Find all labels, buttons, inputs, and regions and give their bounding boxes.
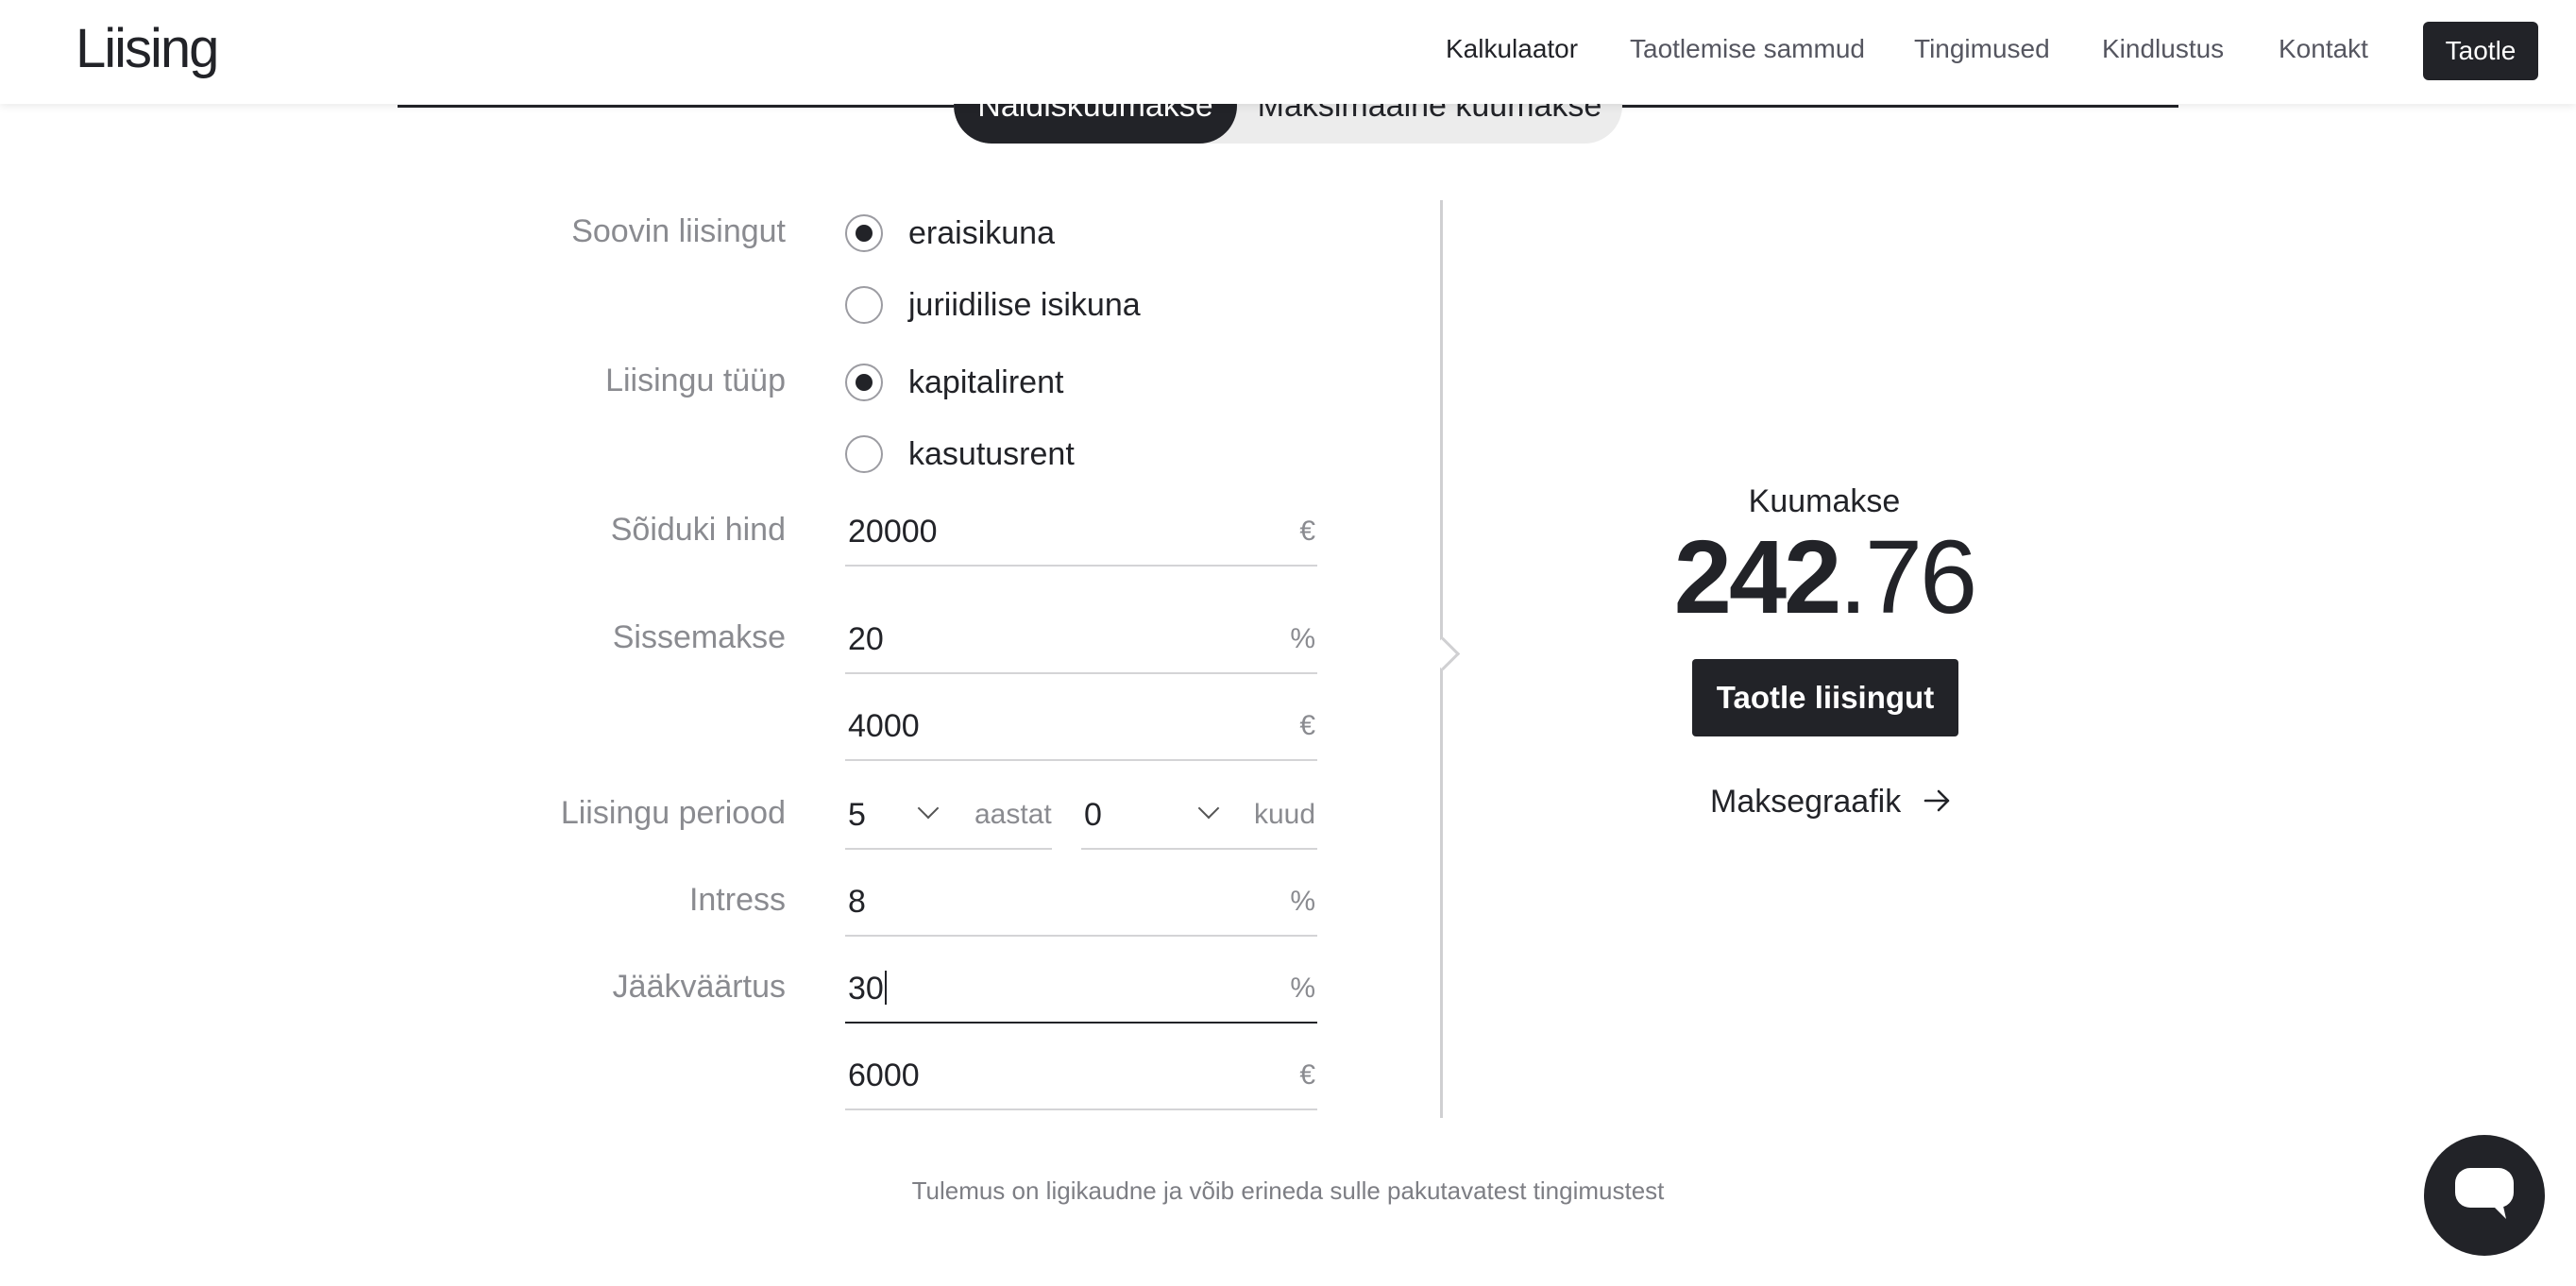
radio-legal-person[interactable] [845,286,883,324]
chat-button[interactable] [2424,1135,2545,1256]
apply-lease-button[interactable]: Taotle liisingut [1692,659,1958,736]
vehicle-price-label: Sõiduki hind [610,512,786,548]
down-payment-label: Sissemakse [612,619,786,655]
monthly-payment-integer: 242 [1673,519,1842,635]
vehicle-price-unit: € [1299,516,1315,547]
monthly-payment-value: 242.76 [1541,517,2108,637]
vehicle-price-value: 20000 [848,514,938,550]
radio-private-person[interactable] [845,214,883,252]
down-payment-percent-field[interactable]: 20 % [845,608,1317,674]
tab-rule-right [1621,105,2178,108]
arrow-right-icon [1924,786,1952,822]
period-months-unit: kuud [1254,799,1316,830]
radio-operating-lease-label[interactable]: kasutusrent [908,436,1075,473]
period-months-select[interactable]: 0 kuud [1081,784,1317,850]
radio-capital-lease[interactable] [845,364,883,401]
down-payment-amount-field[interactable]: 4000 € [845,695,1317,761]
divider-notch [1426,636,1461,671]
header-apply-button[interactable]: Taotle [2423,22,2538,80]
radio-capital-lease-label[interactable]: kapitalirent [908,364,1063,401]
down-payment-percent-value: 20 [848,621,884,657]
applicant-label: Soovin liisingut [571,213,786,249]
period-years-value: 5 [848,797,866,833]
lease-period-label: Liisingu periood [560,795,786,831]
payment-schedule-link[interactable]: Maksegraafik [1710,784,1952,822]
period-months-value: 0 [1084,797,1102,833]
residual-amount-value: 6000 [848,1058,920,1093]
residual-percent-unit: % [1290,973,1315,1004]
period-years-unit: aastat [974,799,1052,830]
monthly-payment-label: Kuumakse [1748,483,1901,519]
nav-item-kalkulaator[interactable]: Kalkulaator [1446,34,1578,64]
interest-field[interactable]: 8 % [845,871,1317,937]
down-payment-amount-value: 4000 [848,708,920,744]
tab-rule-left [398,105,955,108]
chevron-down-icon [917,797,940,820]
chat-bubble-icon [2453,1164,2516,1227]
interest-value: 8 [848,884,866,920]
residual-percent-field[interactable]: 30 % [845,957,1317,1024]
site-logo[interactable]: Liising [76,17,219,80]
period-years-select[interactable]: 5 aastat [845,784,1052,850]
residual-amount-unit: € [1299,1059,1315,1091]
chevron-down-icon [1197,797,1220,820]
nav-item-kindlustus[interactable]: Kindlustus [2102,34,2224,64]
site-header: Liising Kalkulaator Taotlemise sammud Ti… [0,0,2576,104]
residual-value-label: Jääkväärtus [612,969,786,1005]
radio-operating-lease[interactable] [845,435,883,473]
monthly-payment-decimal: .76 [1839,519,1977,635]
interest-label: Intress [688,882,786,918]
payment-schedule-label: Maksegraafik [1710,784,1902,820]
nav-item-taotlemise-sammud[interactable]: Taotlemise sammud [1630,34,1865,64]
disclaimer-note: Tulemus on ligikaudne ja võib erineda su… [911,1176,1665,1205]
radio-private-person-label[interactable]: eraisikuna [908,215,1055,252]
residual-percent-value: 30 [848,971,887,1007]
down-payment-percent-unit: % [1290,623,1315,654]
lease-type-label: Liisingu tüüp [605,363,786,398]
nav-item-kontakt[interactable]: Kontakt [2279,34,2368,64]
interest-unit: % [1290,886,1315,917]
radio-legal-person-label[interactable]: juriidilise isikuna [908,287,1141,324]
vehicle-price-field[interactable]: 20000 € [845,500,1317,567]
residual-amount-field[interactable]: 6000 € [845,1044,1317,1110]
text-cursor [884,971,887,1005]
nav-item-tingimused[interactable]: Tingimused [1914,34,2050,64]
down-payment-amount-unit: € [1299,710,1315,741]
